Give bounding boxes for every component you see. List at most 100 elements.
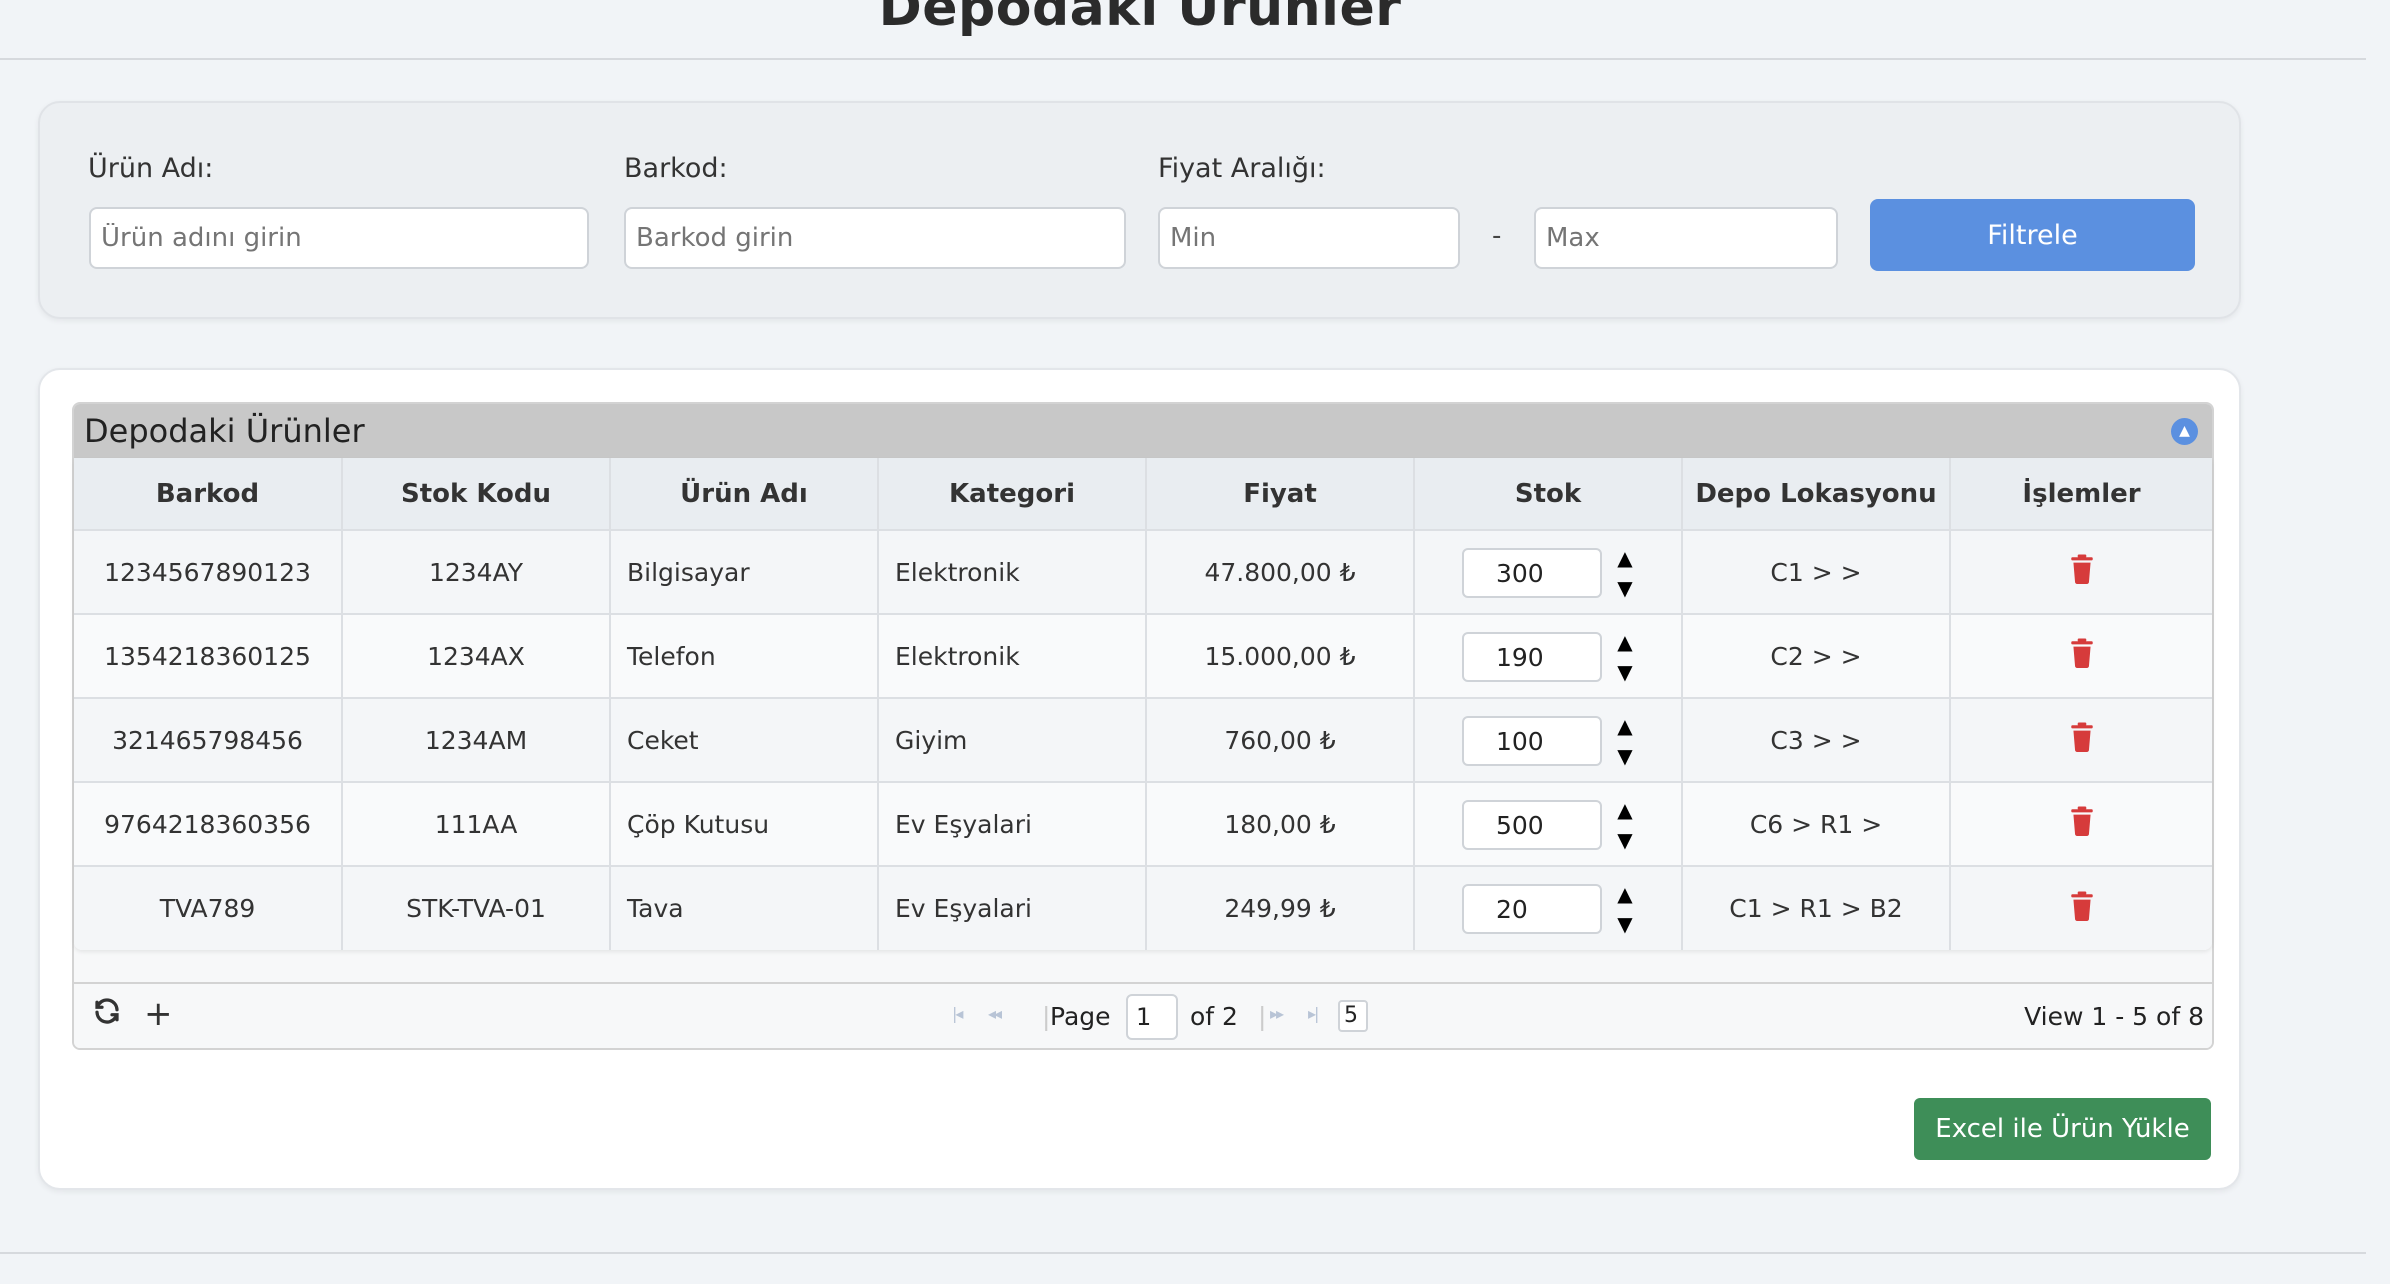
- cell-depo-lokasyonu: C1 > R1 > B2: [1682, 865, 1951, 950]
- stock-stepper[interactable]: ▲ ▼: [1613, 627, 1637, 687]
- stock-input[interactable]: [1462, 632, 1602, 682]
- stock-stepper[interactable]: ▲ ▼: [1613, 711, 1637, 771]
- stock-stepper[interactable]: ▲ ▼: [1613, 879, 1637, 939]
- cell-stok: ▲▼: [1414, 613, 1683, 698]
- cell-islemler: [1950, 781, 2212, 866]
- price-min-input[interactable]: [1158, 207, 1460, 269]
- cell-kategori: Ev Eşyalari: [878, 781, 1147, 866]
- cell-depo-lokasyonu: C6 > R1 >: [1682, 781, 1951, 866]
- page-number-input[interactable]: [1126, 994, 1178, 1040]
- stock-input[interactable]: [1462, 716, 1602, 766]
- cell-fiyat: 760,00 ₺: [1146, 697, 1415, 782]
- cell-stok-kodu: 1234AM: [342, 697, 611, 782]
- page-title: Depodaki Ürünler: [878, 0, 1402, 38]
- rows-per-page-select[interactable]: 5: [1338, 1000, 1368, 1032]
- products-card: Depodaki Ürünler ▲ Barkod Stok Kodu Ürün…: [38, 368, 2241, 1190]
- stock-input[interactable]: [1462, 884, 1602, 934]
- cell-kategori: Ev Eşyalari: [878, 865, 1147, 950]
- cell-depo-lokasyonu: C1 > >: [1682, 529, 1951, 614]
- barcode-label: Barkod:: [624, 153, 728, 184]
- product-name-input[interactable]: [89, 207, 589, 269]
- trash-icon[interactable]: [2069, 722, 2095, 752]
- grid-caption-bar: Depodaki Ürünler ▲: [74, 404, 2212, 458]
- filter-button[interactable]: Filtrele: [1870, 199, 2195, 271]
- cell-islemler: [1950, 697, 2212, 782]
- trash-icon[interactable]: [2069, 891, 2095, 921]
- table-row[interactable]: 1354218360125 1234AX Telefon Elektronik 15.0…: [74, 613, 2212, 698]
- trash-icon[interactable]: [2069, 554, 2095, 584]
- cell-stok: ▲▼: [1414, 529, 1683, 614]
- cell-urun-adi: Ceket: [610, 697, 879, 782]
- cell-kategori: Elektronik: [878, 529, 1147, 614]
- table-row[interactable]: 1234567890123 1234AY Bilgisayar Elektronik 4…: [74, 529, 2212, 614]
- column-header-stok-kodu[interactable]: Stok Kodu: [342, 458, 611, 530]
- last-page-icon[interactable]: ▸|: [1308, 1004, 1320, 1023]
- column-header-barkod[interactable]: Barkod: [74, 458, 343, 530]
- stock-stepper[interactable]: ▲ ▼: [1613, 795, 1637, 855]
- cell-barkod: 321465798456: [74, 697, 343, 782]
- cell-barkod: 9764218360356: [74, 781, 343, 866]
- first-page-icon[interactable]: |◂: [952, 1004, 964, 1023]
- table-row[interactable]: 3214657984561234AMCeketGiyim760,00 ₺ ▲▼ C3…: [74, 697, 2212, 782]
- cell-barkod: TVA789: [74, 865, 343, 950]
- price-range-separator: -: [1492, 221, 1502, 251]
- stock-input[interactable]: [1462, 548, 1602, 598]
- cell-islemler: [1950, 529, 2212, 614]
- cell-urun-adi: Çöp Kutusu: [610, 781, 879, 866]
- add-icon[interactable]: +: [144, 994, 173, 1034]
- cell-depo-lokasyonu: C3 > >: [1682, 697, 1951, 782]
- cell-urun-adi: Tava: [610, 865, 879, 950]
- column-header-urun-adi[interactable]: Ürün Adı: [610, 458, 879, 530]
- grid-table-container: Barkod Stok Kodu Ürün Adı Kategori Fiyat…: [74, 458, 2212, 950]
- cell-barkod: 1354218360125: [74, 613, 343, 698]
- cell-stok: ▲▼: [1414, 865, 1683, 950]
- grid-pager: + |◂ ◂◂ | Page of 2 | ▸▸ ▸| 5 View 1 - 5…: [74, 982, 2212, 1048]
- stock-input[interactable]: [1462, 800, 1602, 850]
- page-count: of 2: [1190, 1002, 1238, 1031]
- products-grid: Depodaki Ürünler ▲ Barkod Stok Kodu Ürün…: [72, 402, 2214, 1050]
- price-max-input[interactable]: [1534, 207, 1838, 269]
- cell-fiyat: 15.000,00 ₺: [1146, 613, 1415, 698]
- refresh-icon[interactable]: [92, 996, 122, 1034]
- cell-fiyat: 180,00 ₺: [1146, 781, 1415, 866]
- footer-divider: [0, 1252, 2366, 1254]
- cell-islemler: [1950, 865, 2212, 950]
- column-header-stok[interactable]: Stok: [1414, 458, 1683, 530]
- cell-stok-kodu: STK-TVA-01: [342, 865, 611, 950]
- table-row[interactable]: TVA789STK-TVA-01TavaEv Eşyalari249,99 ₺ ▲…: [74, 865, 2212, 950]
- cell-stok: ▲▼: [1414, 697, 1683, 782]
- column-header-islemler: İşlemler: [1950, 458, 2212, 530]
- cell-barkod: 1234567890123: [74, 529, 343, 614]
- prev-page-icon[interactable]: ◂◂: [988, 1004, 1002, 1023]
- cell-kategori: Elektronik: [878, 613, 1147, 698]
- cell-stok-kodu: 1234AX: [342, 613, 611, 698]
- grid-caption: Depodaki Ürünler: [84, 412, 365, 450]
- trash-icon[interactable]: [2069, 638, 2095, 668]
- column-header-depo-lokasyonu[interactable]: Depo Lokasyonu: [1682, 458, 1951, 530]
- column-header-fiyat[interactable]: Fiyat: [1146, 458, 1415, 530]
- cell-fiyat: 47.800,00 ₺: [1146, 529, 1415, 614]
- view-records-info: View 1 - 5 of 8: [2024, 1002, 2204, 1031]
- column-header-kategori[interactable]: Kategori: [878, 458, 1147, 530]
- title-divider: [0, 58, 2366, 60]
- products-table: Barkod Stok Kodu Ürün Adı Kategori Fiyat…: [74, 458, 2212, 950]
- cell-urun-adi: Telefon: [610, 613, 879, 698]
- cell-fiyat: 249,99 ₺: [1146, 865, 1415, 950]
- trash-icon[interactable]: [2069, 806, 2095, 836]
- price-range-label: Fiyat Aralığı:: [1158, 153, 1326, 184]
- cell-islemler: [1950, 613, 2212, 698]
- cell-stok-kodu: 111AA: [342, 781, 611, 866]
- barcode-input[interactable]: [624, 207, 1126, 269]
- excel-upload-button[interactable]: Excel ile Ürün Yükle: [1914, 1098, 2211, 1160]
- collapse-icon[interactable]: ▲: [2171, 418, 2198, 445]
- cell-stok-kodu: 1234AY: [342, 529, 611, 614]
- stock-stepper[interactable]: ▲ ▼: [1613, 543, 1637, 603]
- header-row: Barkod Stok Kodu Ürün Adı Kategori Fiyat…: [74, 458, 2212, 530]
- filter-panel: Ürün Adı: Barkod: Fiyat Aralığı: - Filtr…: [38, 101, 2241, 319]
- page-label: Page: [1050, 1002, 1111, 1031]
- table-row[interactable]: 9764218360356 111AA Çöp Kutusu Ev Eşyalari 1…: [74, 781, 2212, 866]
- product-name-label: Ürün Adı:: [88, 153, 214, 184]
- next-page-icon[interactable]: ▸▸: [1270, 1004, 1284, 1023]
- cell-depo-lokasyonu: C2 > >: [1682, 613, 1951, 698]
- cell-stok: ▲▼: [1414, 781, 1683, 866]
